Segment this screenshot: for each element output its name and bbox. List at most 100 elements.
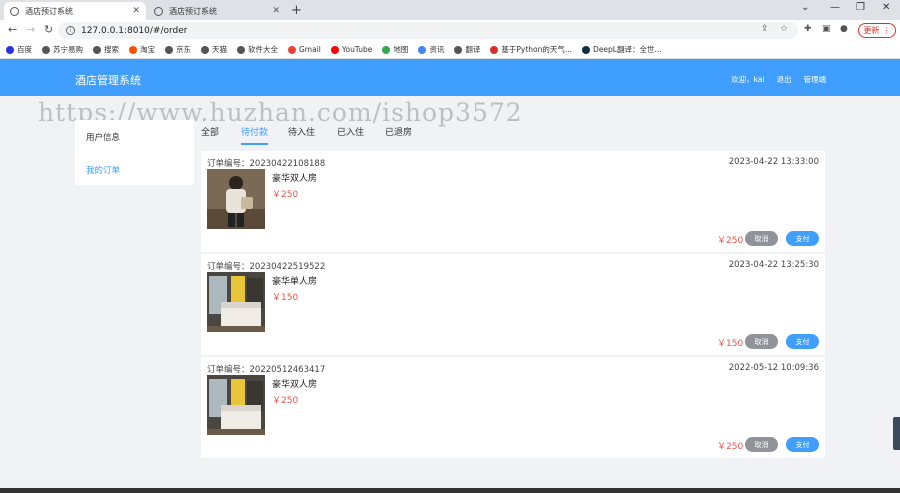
chevron-down-icon[interactable]: ⌄ [801,2,809,13]
extensions-icon[interactable]: ✚ [804,24,812,34]
order-card: 订单编号：20220512463417 2022-05-12 10:09:36 豪华… [201,357,825,458]
bookmark-icon [165,45,173,54]
cancel-button[interactable]: 取消 [745,334,778,349]
status-tab[interactable]: 已入住 [337,125,364,142]
bookmark-icon [42,45,50,54]
order-time: 2023-04-22 13:33:00 [728,157,819,167]
bookmark-item[interactable]: YouTube [330,45,373,54]
cancel-button[interactable]: 取消 [745,231,778,246]
taskbar [0,488,900,493]
browser-toolbar: ← → ↻ i 127.0.0.1:8010/#/order ⇪ ☆ ✚ ▣ ●… [0,20,900,41]
status-tab[interactable]: 待入住 [288,125,315,142]
bookmark-item[interactable]: 地图 [382,44,408,55]
address-bar[interactable]: i 127.0.0.1:8010/#/order [58,22,798,39]
sidebar-item-my-orders[interactable]: 我的订单 [86,164,120,176]
order-number: 订单编号：20230422519522 [207,260,325,272]
window-close-icon[interactable]: ✕ [882,2,890,13]
bookmark-item[interactable]: DeepL翻译：全世... [582,44,662,55]
star-icon[interactable]: ☆ [780,24,788,34]
bookmark-label: 资讯 [429,45,445,54]
order-number-value: 20230422519522 [249,262,326,272]
room-name: 豪华单人房 [272,277,318,287]
bookmark-icon [93,45,101,54]
bookmark-item[interactable]: 基于Python的天气... [490,44,572,55]
browser-tab-active[interactable]: 酒店预订系统 ✕ [4,2,146,20]
bookmark-label: 天猫 [212,45,227,54]
bookmark-label: 百度 [17,45,32,54]
welcome-text: 欢迎，kai [731,75,765,84]
bookmark-label: 软件大全 [248,45,278,54]
bookmark-item[interactable]: 搜索 [93,44,119,55]
bookmark-item[interactable]: Gmail [288,45,321,54]
tab-title: 酒店预订系统 [25,6,73,16]
bookmark-icon [288,45,296,54]
bookmark-item[interactable]: 软件大全 [237,44,278,55]
order-card: 订单编号：20230422108188 2023-04-22 13:33:00 豪华… [201,151,825,252]
bookmark-icon [582,45,591,54]
order-time: 2023-04-22 13:25:30 [728,260,819,270]
bookmark-icon [330,45,339,54]
close-icon[interactable]: ✕ [272,6,280,16]
browser-tab-strip: 酒店预订系统 ✕ 酒店预订系统 ✕ + ⌄ — ❐ ✕ [0,0,900,20]
bookmark-label: 淘宝 [140,45,155,54]
status-tab[interactable]: 待付款 [241,125,269,145]
pay-button[interactable]: 支付 [786,437,819,452]
bookmark-icon [201,45,209,54]
sidepanel-icon[interactable]: ▣ [822,24,831,34]
room-image [207,272,265,332]
reload-icon[interactable]: ↻ [44,23,53,36]
admin-link[interactable]: 管理端 [804,74,827,85]
bookmark-icon [237,45,245,54]
bookmark-item[interactable]: 天猫 [201,44,227,55]
order-total: ￥250 [717,236,744,246]
bookmark-label: Gmail [299,45,321,54]
tab-title: 酒店预订系统 [169,6,217,16]
profile-icon[interactable]: ● [840,24,848,34]
bookmark-label: DeepL翻译：全世... [593,45,662,54]
bookmark-icon [382,45,391,54]
bookmark-label: 苏宁易购 [53,45,83,54]
bookmark-label: YouTube [341,45,373,54]
share-icon[interactable]: ⇪ [761,24,769,34]
order-number-value: 20220512463417 [249,365,326,375]
order-list: 订单编号：20230422108188 2023-04-22 13:33:00 豪华… [201,151,825,460]
bookmarks-bar: 百度 苏宁易购 搜索 淘宝 京东 天猫 软件大全 Gmail YouTube 地图 资讯 翻译 基于Py… [0,41,900,59]
room-name: 豪华双人房 [272,174,318,184]
status-tab[interactable]: 全部 [201,125,219,142]
room-image [207,375,265,435]
pay-button[interactable]: 支付 [786,231,819,246]
update-button[interactable]: 更新 ⋮ [858,23,896,38]
browser-tab-inactive[interactable]: 酒店预订系统 ✕ [148,2,286,20]
restore-icon[interactable]: ❐ [856,2,865,13]
bookmark-item[interactable]: 苏宁易购 [42,44,83,55]
new-tab-icon[interactable]: + [291,3,302,18]
minimize-icon[interactable]: — [830,2,840,13]
sidebar-item-user-info[interactable]: 用户信息 [86,131,120,143]
bookmark-item[interactable]: 百度 [6,44,32,55]
bookmark-item[interactable]: 翻译 [454,44,480,55]
bookmark-label: 翻译 [465,45,481,54]
order-number: 订单编号：20230422108188 [207,157,325,169]
bookmark-icon [129,45,137,54]
globe-icon [10,6,19,16]
room-price: ￥150 [272,293,299,303]
forward-icon[interactable]: → [26,23,35,36]
order-time: 2022-05-12 10:09:36 [728,363,819,373]
close-icon[interactable]: ✕ [132,6,140,16]
pay-button[interactable]: 支付 [786,334,819,349]
info-icon[interactable]: i [66,26,75,35]
logout-link[interactable]: 退出 [777,74,792,85]
cancel-button[interactable]: 取消 [745,437,778,452]
status-tab[interactable]: 已退房 [385,125,412,142]
address-url: 127.0.0.1:8010/#/order [81,25,188,36]
order-number: 订单编号：20220512463417 [207,363,325,375]
bookmark-item[interactable]: 资讯 [418,44,444,55]
bookmark-label: 京东 [176,45,191,54]
app-title: 酒店管理系统 [75,74,141,87]
sidebar: 用户信息 我的订单 [75,120,194,185]
side-widget[interactable] [893,417,900,450]
room-price: ￥250 [272,396,299,406]
bookmark-item[interactable]: 京东 [165,44,191,55]
back-icon[interactable]: ← [8,23,17,36]
bookmark-item[interactable]: 淘宝 [129,44,155,55]
